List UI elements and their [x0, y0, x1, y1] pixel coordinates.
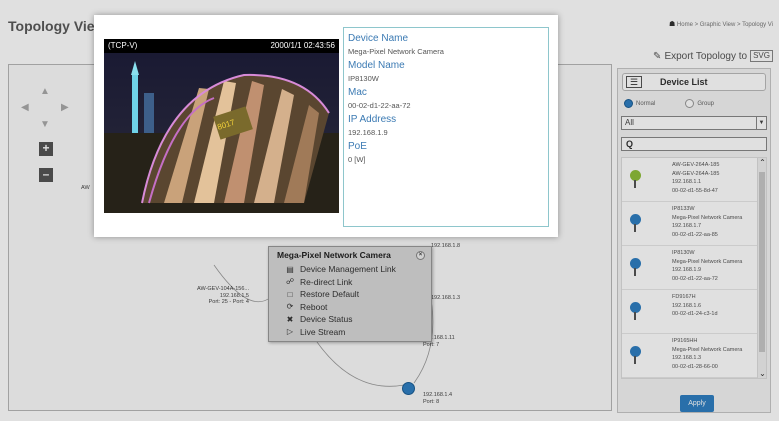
- ip-address-label: IP Address: [348, 114, 397, 125]
- ip-address-value: 192.168.1.9: [348, 128, 388, 137]
- poe-label: PoE: [348, 141, 367, 152]
- mac-value: 00-02-d1-22-aa-72: [348, 101, 411, 110]
- live-stream-view: (TCP-V) 2000/1/1 02:43:56 8017: [104, 39, 339, 213]
- model-name-label: Model Name: [348, 60, 405, 71]
- device-name-value: Mega-Pixel Network Camera: [348, 47, 444, 56]
- video-label: (TCP-V): [108, 41, 138, 50]
- video-caption-bar: (TCP-V) 2000/1/1 02:43:56: [104, 39, 339, 53]
- device-info-popup: (TCP-V) 2000/1/1 02:43:56 8017 Device Na…: [94, 15, 558, 237]
- camera-frame-image: 8017: [104, 53, 339, 213]
- device-info-panel: Device Name Mega-Pixel Network Camera Mo…: [343, 27, 549, 227]
- mac-label: Mac: [348, 87, 367, 98]
- poe-value: 0 [W]: [348, 155, 366, 164]
- model-name-value: IP8130W: [348, 74, 379, 83]
- device-name-label: Device Name: [348, 33, 409, 44]
- video-timestamp: 2000/1/1 02:43:56: [270, 41, 335, 50]
